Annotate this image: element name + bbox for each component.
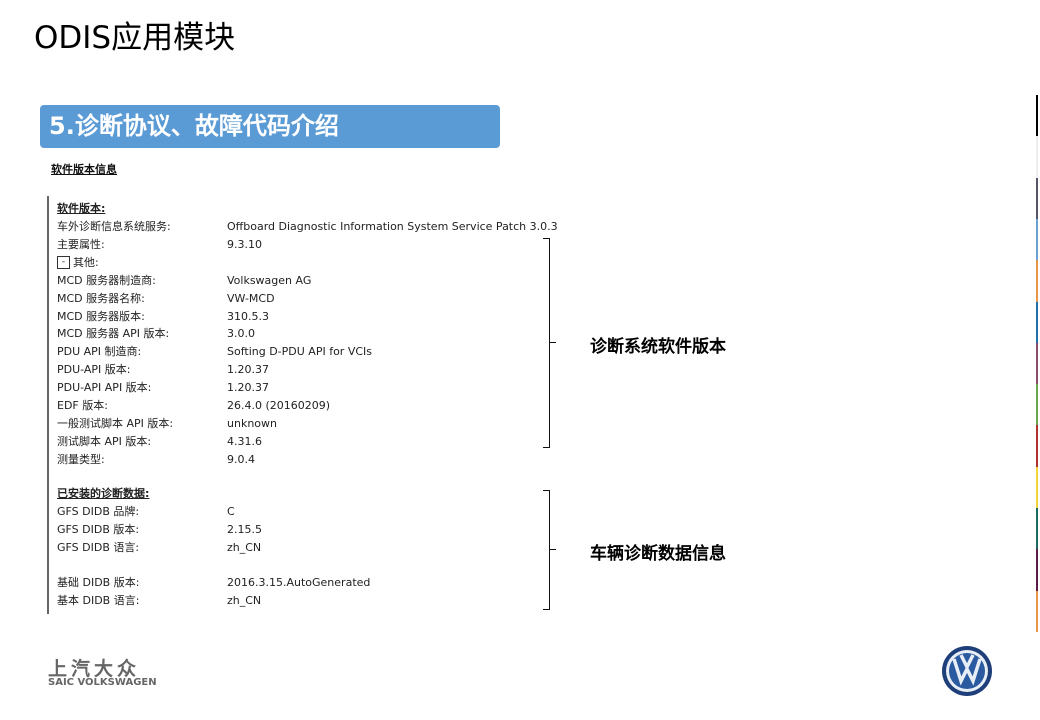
info-label-text: MCD 服务器版本: [57, 309, 145, 323]
stripe-segment [1036, 301, 1038, 343]
info-value: zh_CN [227, 540, 262, 554]
info-label: PDU-API API 版本: [57, 380, 151, 396]
stripe-segment [1036, 466, 1038, 509]
info-label-text: MCD 服务器 API 版本: [57, 327, 170, 341]
annotation-vehicle-data: 车辆诊断数据信息 [590, 544, 726, 564]
info-label: MCD 服务器名称: [57, 291, 145, 307]
diagdata-header: 已安装的诊断数据: [57, 487, 150, 500]
info-value: 1.20.37 [227, 363, 269, 377]
info-label: EDF 版本: [57, 398, 108, 414]
stripe-segment [1036, 136, 1038, 178]
info-label: MCD 服务器版本: [57, 309, 145, 325]
info-label-text: 主要属性: [57, 237, 105, 251]
slide-title: ODIS应用模块 [34, 20, 236, 56]
info-label-text: 一般测试脚本 API 版本: [57, 416, 174, 430]
info-label-text: GFS DIDB 语言: [57, 540, 140, 554]
info-label: MCD 服务器 API 版本: [57, 326, 169, 342]
info-label: 测试脚本 API 版本: [57, 434, 151, 450]
info-label: 主要属性: [57, 237, 105, 253]
info-label-text: PDU-API API 版本: [57, 381, 152, 395]
info-label: 一般测试脚本 API 版本: [57, 416, 173, 432]
info-value: 4.31.6 [227, 434, 262, 448]
info-value: 9.0.4 [227, 452, 255, 466]
info-label: GFS DIDB 语言: [57, 540, 139, 556]
info-label-text: 车外诊断信息系统服务: [57, 220, 171, 233]
info-label-text: PDU API 制造商: [57, 345, 142, 359]
info-value: Softing D-PDU API for VCIs [227, 345, 373, 359]
stripe-segment [1036, 384, 1038, 426]
info-value: 1.20.37 [227, 381, 269, 395]
info-value: 2016.3.15.AutoGenerated [227, 575, 371, 589]
stripe-segment [1036, 95, 1038, 137]
info-label-text: GFS DIDB 品牌: [57, 505, 140, 518]
info-value: 9.3.10 [227, 237, 262, 251]
info-label-text: EDF 版本: [57, 399, 108, 412]
info-label-text: 测试脚本 API 版本: [57, 434, 152, 448]
info-label-text: 基本 DIDB 语言: [57, 593, 140, 607]
bracket-vehicle-data [543, 490, 550, 610]
stripe-segment [1036, 177, 1038, 219]
stripe-segment [1036, 218, 1038, 261]
annotation-software-version: 诊断系统软件版本 [590, 337, 726, 357]
info-label-text: 测量类型: [57, 452, 105, 466]
info-value: 310.5.3 [227, 309, 269, 323]
bracket-tick [550, 549, 556, 550]
version-info-panel: 软件版本: 车外诊断信息系统服务: Offboard Diagnostic Inf… [47, 196, 558, 614]
info-label: 测量类型: [57, 452, 105, 468]
info-value: VW-MCD [227, 291, 275, 305]
section-caption: 软件版本信息 [51, 163, 117, 176]
info-label: PDU-API 版本: [57, 362, 131, 378]
software-header: 软件版本: [57, 202, 106, 215]
info-label-text: GFS DIDB 版本: [57, 522, 140, 536]
bracket-software [543, 238, 550, 448]
info-label: GFS DIDB 版本: [57, 522, 139, 538]
info-label: PDU API 制造商: [57, 344, 141, 360]
info-label-text: 其他: [73, 255, 99, 269]
stripe-segment [1036, 260, 1038, 302]
info-label: - 其他: [57, 255, 99, 271]
info-label: 车外诊断信息系统服务: [57, 219, 171, 235]
info-value: C [227, 505, 235, 518]
info-label-text: PDU-API 版本: [57, 363, 131, 377]
info-label: 基本 DIDB 语言: [57, 593, 139, 609]
info-label-text: MCD 服务器名称: [57, 291, 145, 305]
collapse-toggle[interactable]: - [57, 256, 70, 270]
info-label: GFS DIDB 品牌: [57, 504, 139, 520]
info-label-text: MCD 服务器制造商: [57, 273, 156, 287]
info-value: Volkswagen AG [227, 273, 312, 287]
info-value: Offboard Diagnostic Information System S… [227, 220, 558, 233]
info-value: 3.0.0 [227, 327, 255, 341]
stripe-segment [1036, 425, 1038, 467]
info-label: 基础 DIDB 版本: [57, 575, 139, 591]
info-label-text: 基础 DIDB 版本: [57, 575, 140, 589]
bracket-tick [550, 342, 556, 343]
saic-vw-logo-en: SAIC VOLKSWAGEN [48, 677, 157, 688]
stripe-segment [1036, 342, 1038, 385]
vw-logo-icon [942, 646, 992, 696]
info-label: MCD 服务器制造商: [57, 273, 156, 289]
info-value: unknown [227, 416, 277, 430]
section-banner: 5.诊断协议、故障代码介绍 [40, 105, 500, 148]
stripe-segment [1036, 590, 1038, 632]
stripe-segment [1036, 549, 1038, 591]
stripe-segment [1036, 508, 1038, 550]
info-value: 26.4.0 (20160209) [227, 399, 331, 412]
info-value: zh_CN [227, 593, 262, 607]
info-value: 2.15.5 [227, 522, 262, 536]
